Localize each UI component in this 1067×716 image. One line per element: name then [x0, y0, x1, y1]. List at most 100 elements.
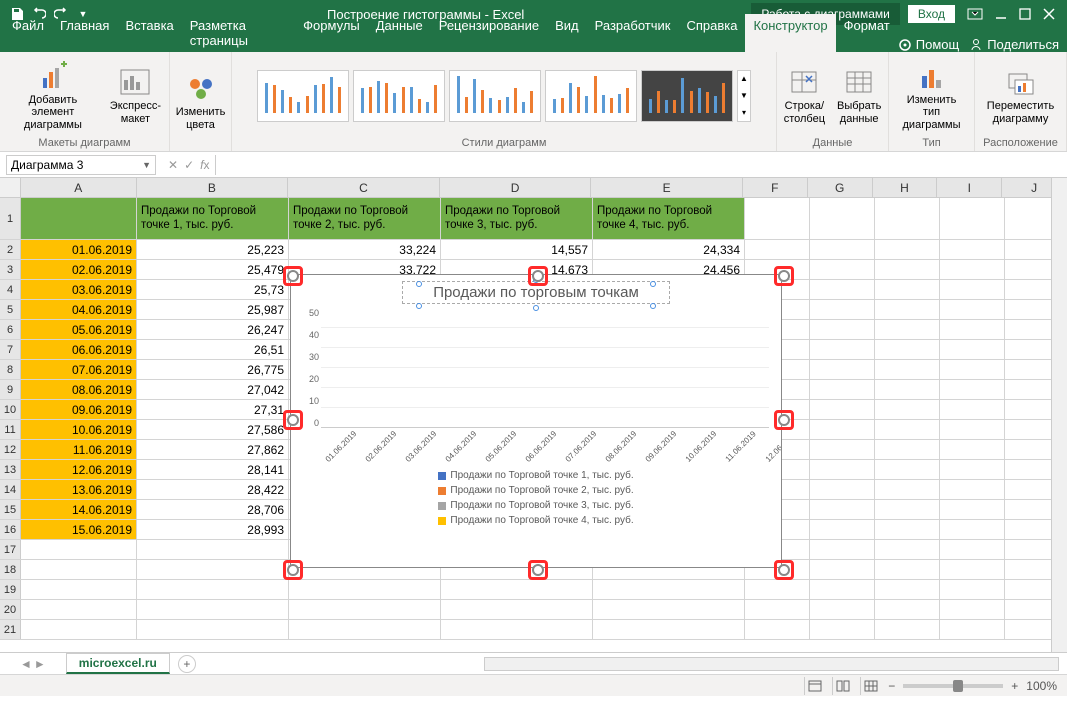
chart-handle-bot-mid[interactable]: [528, 560, 548, 580]
cell[interactable]: [21, 560, 137, 579]
chart-style-thumb[interactable]: [449, 70, 541, 122]
cell[interactable]: [21, 198, 137, 239]
cell[interactable]: [940, 240, 1005, 259]
cell[interactable]: [137, 600, 289, 619]
cell[interactable]: [289, 600, 441, 619]
row-header[interactable]: 8: [0, 360, 21, 379]
cell[interactable]: [875, 340, 940, 359]
cell[interactable]: [875, 500, 940, 519]
cell[interactable]: [810, 240, 875, 259]
cell[interactable]: [21, 620, 137, 639]
cell[interactable]: [940, 360, 1005, 379]
cell[interactable]: 25,479: [137, 260, 289, 279]
chart-handle-top-mid[interactable]: [528, 266, 548, 286]
tell-me[interactable]: Помощ: [898, 37, 959, 52]
tab-Рецензирование[interactable]: Рецензирование: [431, 14, 547, 52]
page-layout-icon[interactable]: [832, 677, 852, 695]
tab-Разработчик[interactable]: Разработчик: [587, 14, 679, 52]
cell[interactable]: 03.06.2019: [21, 280, 137, 299]
cell[interactable]: 12.06.2019: [21, 460, 137, 479]
chart-plot-area[interactable]: 50403020100: [321, 308, 769, 428]
chart-handle-mid-left[interactable]: [283, 410, 303, 430]
cell[interactable]: [940, 560, 1005, 579]
cell[interactable]: [810, 580, 875, 599]
cell[interactable]: [875, 540, 940, 559]
row-header[interactable]: 1: [0, 198, 21, 239]
change-chart-type-button[interactable]: Изменить тип диаграммы: [893, 58, 970, 132]
cell[interactable]: 15.06.2019: [21, 520, 137, 539]
cell[interactable]: [875, 260, 940, 279]
cell[interactable]: Продажи по Торговой точке 2, тыс. руб.: [289, 198, 441, 239]
chart-handle-top-left[interactable]: [283, 266, 303, 286]
cell[interactable]: [137, 620, 289, 639]
cell[interactable]: [875, 600, 940, 619]
worksheet-grid[interactable]: ABCDEFGHIJ 1Продажи по Торговой точке 1,…: [0, 178, 1067, 652]
cell[interactable]: [810, 560, 875, 579]
tab-Справка[interactable]: Справка: [678, 14, 745, 52]
row-header[interactable]: 4: [0, 280, 21, 299]
maximize-icon[interactable]: [1019, 8, 1031, 20]
cell[interactable]: [940, 380, 1005, 399]
cell[interactable]: [810, 520, 875, 539]
zoom-in-icon[interactable]: +: [1011, 679, 1018, 693]
cell[interactable]: [810, 600, 875, 619]
cell[interactable]: [21, 540, 137, 559]
cell[interactable]: [875, 300, 940, 319]
cell[interactable]: [810, 420, 875, 439]
cell[interactable]: [940, 580, 1005, 599]
cell[interactable]: [810, 360, 875, 379]
cell[interactable]: [441, 620, 593, 639]
quick-layout-button[interactable]: Экспресс- макет: [106, 64, 165, 126]
horizontal-scrollbar[interactable]: [484, 657, 1059, 671]
col-header[interactable]: B: [137, 178, 289, 197]
cell[interactable]: [593, 600, 745, 619]
cell[interactable]: [875, 240, 940, 259]
tab-Формулы[interactable]: Формулы: [295, 14, 368, 52]
cell[interactable]: [137, 560, 289, 579]
tab-Вид[interactable]: Вид: [547, 14, 587, 52]
cell[interactable]: [875, 198, 940, 239]
col-header[interactable]: I: [937, 178, 1002, 197]
cell[interactable]: [940, 198, 1005, 239]
zoom-level[interactable]: 100%: [1026, 679, 1057, 693]
cell[interactable]: [940, 500, 1005, 519]
tab-Вставка[interactable]: Вставка: [117, 14, 181, 52]
cell[interactable]: [745, 620, 810, 639]
minimize-icon[interactable]: [995, 8, 1007, 20]
cell[interactable]: [940, 540, 1005, 559]
embedded-chart[interactable]: Продажи по торговым точкам 50403020100 0…: [290, 274, 782, 568]
cell[interactable]: [940, 480, 1005, 499]
cell[interactable]: [940, 620, 1005, 639]
cell[interactable]: 04.06.2019: [21, 300, 137, 319]
sheet-tab-active[interactable]: microexcel.ru: [66, 653, 170, 674]
cell[interactable]: [289, 580, 441, 599]
switch-row-column-button[interactable]: Строка/ столбец: [780, 64, 829, 126]
cell[interactable]: 28,706: [137, 500, 289, 519]
cell[interactable]: [940, 340, 1005, 359]
row-header[interactable]: 9: [0, 380, 21, 399]
cell[interactable]: 26,775: [137, 360, 289, 379]
row-header[interactable]: 13: [0, 460, 21, 479]
cell[interactable]: 27,862: [137, 440, 289, 459]
row-header[interactable]: 17: [0, 540, 21, 559]
cell[interactable]: 25,73: [137, 280, 289, 299]
row-header[interactable]: 18: [0, 560, 21, 579]
cell[interactable]: 25,987: [137, 300, 289, 319]
normal-view-icon[interactable]: [804, 677, 824, 695]
tab-Формат[interactable]: Формат: [836, 14, 898, 52]
cell[interactable]: [940, 260, 1005, 279]
cell[interactable]: [940, 420, 1005, 439]
cell[interactable]: [875, 320, 940, 339]
cell[interactable]: [593, 580, 745, 599]
row-header[interactable]: 6: [0, 320, 21, 339]
tab-Данные[interactable]: Данные: [368, 14, 431, 52]
cell[interactable]: [940, 600, 1005, 619]
close-icon[interactable]: [1043, 8, 1055, 20]
row-header[interactable]: 10: [0, 400, 21, 419]
cell[interactable]: [137, 540, 289, 559]
row-header[interactable]: 11: [0, 420, 21, 439]
chart-style-thumb[interactable]: [257, 70, 349, 122]
move-chart-button[interactable]: Переместить диаграмму: [983, 64, 1058, 126]
cell[interactable]: 05.06.2019: [21, 320, 137, 339]
cell[interactable]: 26,51: [137, 340, 289, 359]
